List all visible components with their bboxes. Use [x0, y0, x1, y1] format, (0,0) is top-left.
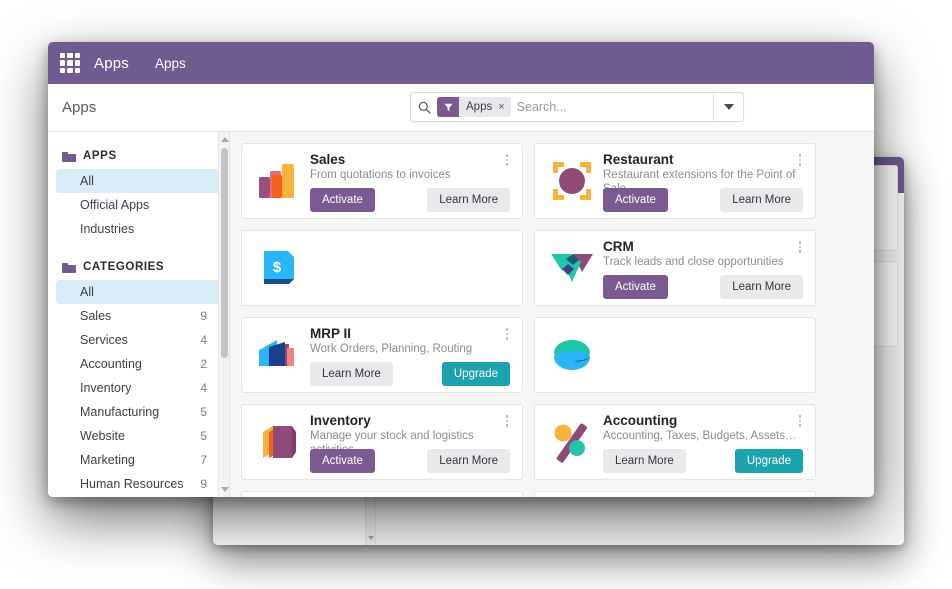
- sidebar-item-accounting[interactable]: Accounting 2: [56, 352, 221, 376]
- app-card-body: Sales From quotations to invoices Activa…: [310, 152, 514, 212]
- kebab-menu-icon[interactable]: [502, 153, 512, 167]
- sidebar-scrollbar[interactable]: [218, 132, 229, 497]
- sidebar-item-industries[interactable]: Industries: [56, 217, 221, 241]
- sidebar-item-services[interactable]: Services 4: [56, 328, 221, 352]
- folder-icon: [62, 151, 76, 162]
- kebab-menu-icon[interactable]: [795, 240, 805, 254]
- sidebar-item-manufacturing[interactable]: Manufacturing 5: [56, 400, 221, 424]
- crm-handshake-icon: [541, 239, 603, 297]
- app-card-actions: Activate Learn More: [603, 188, 803, 212]
- activate-button[interactable]: Activate: [310, 188, 375, 212]
- kebab-menu-icon[interactable]: [502, 327, 512, 341]
- learn-more-button[interactable]: Learn More: [603, 449, 686, 473]
- sidebar-section-apps: APPS: [48, 150, 229, 162]
- sidebar-item-website[interactable]: Website 5: [56, 424, 221, 448]
- app-card-accounting[interactable]: Accounting Accounting, Taxes, Budgets, A…: [534, 404, 816, 480]
- kebab-menu-icon[interactable]: [795, 153, 805, 167]
- scroll-down-icon[interactable]: [221, 487, 229, 492]
- upgrade-button[interactable]: Upgrade: [441, 362, 510, 386]
- sidebar-scroll-thumb[interactable]: [221, 148, 228, 358]
- search-dropdown-toggle[interactable]: [713, 93, 743, 121]
- activate-button[interactable]: Activate: [310, 449, 375, 473]
- search-facet-label: Apps: [466, 101, 493, 113]
- search-facet-remove-icon[interactable]: ×: [497, 101, 510, 113]
- learn-more-button[interactable]: Learn More: [310, 362, 393, 386]
- menu-item-apps[interactable]: Apps: [155, 56, 186, 71]
- app-card-inventory[interactable]: Inventory Manage your stock and logistic…: [241, 404, 523, 480]
- sidebar-item-sales[interactable]: Sales 9: [56, 304, 221, 328]
- app-name: Apps: [94, 54, 129, 72]
- apps-card-grid: Sales From quotations to invoices Activa…: [230, 132, 874, 497]
- apps-window[interactable]: Apps Apps Apps Apps × Search... APPS All…: [48, 42, 874, 497]
- app-card-crm[interactable]: CRM Track leads and close opportunities …: [534, 230, 816, 306]
- sidebar-divider: [48, 241, 229, 257]
- upgrade-button[interactable]: Upgrade: [734, 449, 803, 473]
- control-panel: Apps Apps ×: [48, 84, 874, 132]
- filter-icon: [437, 97, 459, 117]
- app-card-body: [310, 239, 514, 297]
- kebab-menu-icon[interactable]: [502, 414, 512, 428]
- screenshot-stage: Website 5 Marketing 7 Human Resources 9: [0, 0, 952, 589]
- sidebar-section-categories: CATEGORIES: [48, 261, 229, 273]
- app-card-actions: Activate Learn More: [310, 188, 510, 212]
- kebab-menu-icon[interactable]: [795, 414, 805, 428]
- search-icon: [411, 101, 437, 114]
- sidebar-item-marketing[interactable]: Marketing 7: [56, 448, 221, 472]
- sidebar: APPS All Official Apps Industries CATEGO…: [48, 132, 230, 497]
- app-card-body: CRM Track leads and close opportunities …: [603, 239, 807, 299]
- app-card-sales[interactable]: Sales From quotations to invoices Activa…: [241, 143, 523, 219]
- sidebar-item-inventory[interactable]: Inventory 4: [56, 376, 221, 400]
- learn-more-button[interactable]: Learn More: [720, 275, 803, 299]
- restaurant-plate-icon: [541, 152, 603, 210]
- app-card-purchase[interactable]: Purchase Purchase orders, tenders and ag…: [534, 491, 816, 497]
- app-card-actions: Activate Learn More: [310, 449, 510, 473]
- sidebar-item-apps-all[interactable]: All: [56, 169, 221, 193]
- search-bar[interactable]: Apps ×: [410, 92, 744, 122]
- sales-bars-icon: [248, 152, 310, 210]
- learn-more-button[interactable]: Learn More: [427, 449, 510, 473]
- app-top-bar: Apps Apps: [48, 42, 874, 84]
- accounting-percent-icon: [541, 413, 603, 471]
- activate-button[interactable]: Activate: [603, 275, 668, 299]
- mrp2-books-icon: [248, 326, 310, 384]
- app-card-body: MRP II Work Orders, Planning, Routing Le…: [310, 326, 514, 386]
- activate-button[interactable]: Activate: [603, 188, 668, 212]
- bg-sidebar-scroll-down-icon[interactable]: [368, 536, 374, 540]
- app-card-invoicing[interactable]: $: [241, 230, 523, 306]
- main-area: APPS All Official Apps Industries CATEGO…: [48, 132, 874, 497]
- app-card-restaurant[interactable]: Restaurant Restaurant extensions for the…: [534, 143, 816, 219]
- app-card-leaf[interactable]: [534, 317, 816, 393]
- sidebar-item-official-apps[interactable]: Official Apps: [56, 193, 221, 217]
- app-card-body: [603, 326, 807, 384]
- breadcrumb[interactable]: Apps: [48, 99, 96, 116]
- svg-text:$: $: [273, 259, 282, 276]
- scroll-up-icon[interactable]: [221, 137, 229, 142]
- folder-icon: [62, 262, 76, 273]
- app-card-body: Inventory Manage your stock and logistic…: [310, 413, 514, 473]
- app-card-actions: Learn More Upgrade: [603, 449, 803, 473]
- app-card-mrp-ii[interactable]: MRP II Work Orders, Planning, Routing Le…: [241, 317, 523, 393]
- app-card-bookmark[interactable]: [241, 491, 523, 497]
- leaf-circle-icon: [541, 326, 603, 384]
- app-card-actions: Learn More Upgrade: [310, 362, 510, 386]
- learn-more-button[interactable]: Learn More: [720, 188, 803, 212]
- inventory-cube-icon: [248, 413, 310, 471]
- sidebar-item-categories-all[interactable]: All: [56, 280, 221, 304]
- app-card-body: Restaurant Restaurant extensions for the…: [603, 152, 807, 212]
- search-facet-apps[interactable]: Apps ×: [437, 97, 511, 117]
- app-card-actions: Activate Learn More: [603, 275, 803, 299]
- sidebar-item-human-resources[interactable]: Human Resources 9: [56, 472, 221, 496]
- apps-grid-icon[interactable]: [60, 53, 80, 73]
- invoicing-document-icon: $: [248, 239, 310, 297]
- learn-more-button[interactable]: Learn More: [427, 188, 510, 212]
- search-input[interactable]: [516, 100, 713, 114]
- app-card-body: Accounting Accounting, Taxes, Budgets, A…: [603, 413, 807, 473]
